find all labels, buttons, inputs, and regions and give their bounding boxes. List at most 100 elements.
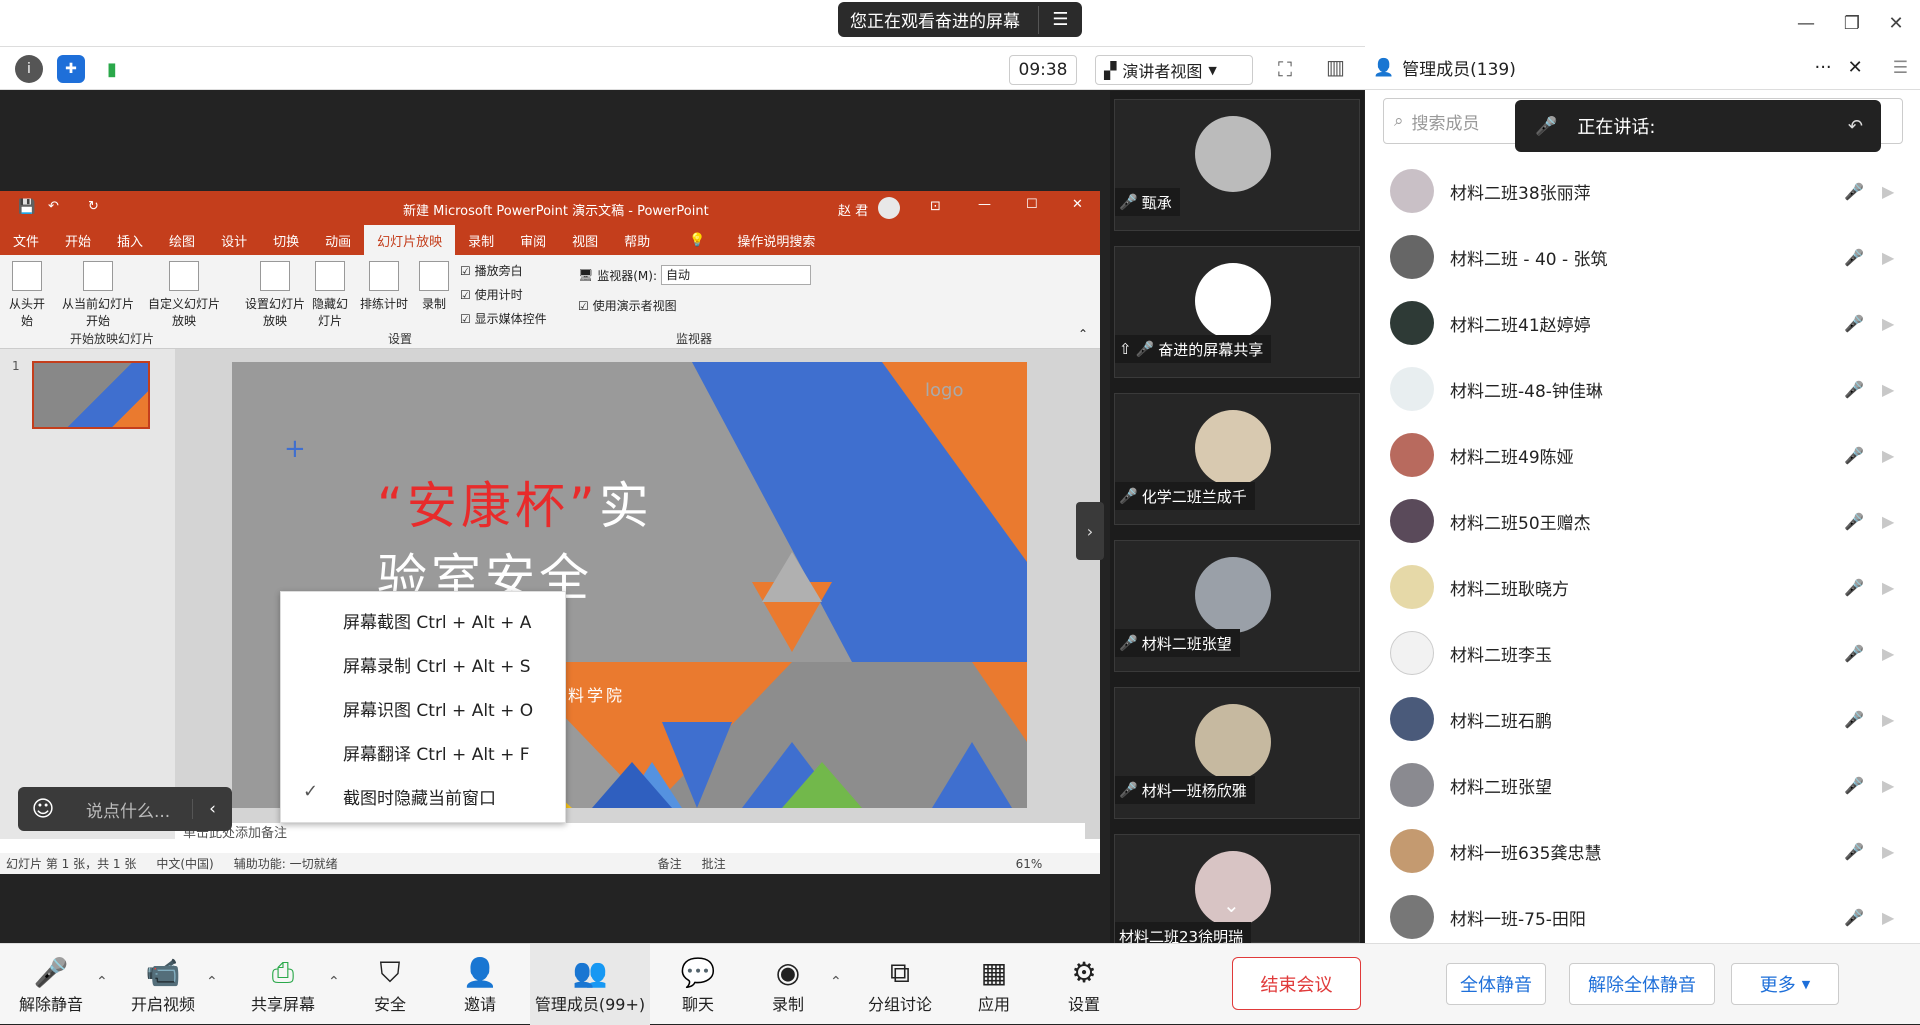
- invite-button[interactable]: 👤 邀请: [458, 944, 502, 1025]
- list-item[interactable]: 材料二班-48-钟佳琳 🎤 ▶: [1365, 356, 1920, 422]
- back-arrow-icon[interactable]: ↶: [1848, 116, 1863, 137]
- cb-narration[interactable]: ☑ 播放旁白: [460, 259, 547, 283]
- list-item[interactable]: 材料二班耿晓方 🎤 ▶: [1365, 554, 1920, 620]
- mic-off-icon[interactable]: 🎤: [1844, 446, 1882, 465]
- accessibility-status[interactable]: 辅助功能: 一切就绪: [234, 855, 338, 872]
- tab-draw[interactable]: 绘图: [156, 225, 208, 255]
- mic-off-icon[interactable]: 🎤: [1844, 908, 1882, 927]
- avatar[interactable]: [878, 197, 900, 219]
- unmute-all-button[interactable]: 解除全体静音: [1569, 963, 1715, 1005]
- mic-off-icon[interactable]: 🎤: [1844, 182, 1882, 201]
- camera-off-icon[interactable]: ▶: [1882, 710, 1920, 729]
- menu-icon[interactable]: ☰: [1039, 9, 1082, 30]
- custom-show-button[interactable]: 自定义幻灯片放映: [146, 261, 222, 329]
- security-button[interactable]: ⛉ 安全: [368, 944, 412, 1025]
- tab-file[interactable]: 文件: [0, 225, 52, 255]
- tab-help[interactable]: 帮助: [611, 225, 663, 255]
- camera-off-icon[interactable]: ▶: [1882, 512, 1920, 531]
- list-item[interactable]: 材料一班-75-田阳 🎤 ▶: [1365, 884, 1920, 943]
- undo-icon[interactable]: ↶: [48, 199, 59, 214]
- mic-off-icon[interactable]: 🎤: [1844, 842, 1882, 861]
- tab-view[interactable]: 视图: [559, 225, 611, 255]
- mic-off-icon[interactable]: 🎤: [1844, 512, 1882, 531]
- camera-off-icon[interactable]: ▶: [1882, 908, 1920, 927]
- mic-off-icon[interactable]: 🎤: [1844, 644, 1882, 663]
- cb-presenter[interactable]: ☑ 使用演示者视图: [578, 297, 677, 314]
- list-item[interactable]: 材料二班李玉 🎤 ▶: [1365, 620, 1920, 686]
- tab-slideshow[interactable]: 幻灯片放映: [364, 225, 456, 255]
- list-item[interactable]: 材料二班38张丽萍 🎤 ▶: [1365, 158, 1920, 224]
- camera-off-icon[interactable]: ▶: [1882, 446, 1920, 465]
- sidebar-toggle-icon[interactable]: ▥: [1326, 55, 1345, 79]
- comments-toggle[interactable]: 批注: [702, 855, 726, 872]
- unmute-button[interactable]: 🎤 解除静音: [14, 944, 88, 1025]
- video-tile[interactable]: 🎤 甄承: [1114, 99, 1360, 231]
- chevron-left-icon[interactable]: ‹: [192, 799, 232, 819]
- menu-item-screen-record[interactable]: 屏幕录制 Ctrl + Alt + S: [343, 649, 531, 679]
- redo-icon[interactable]: ↻: [88, 199, 99, 214]
- mic-off-icon[interactable]: 🎤: [1844, 314, 1882, 333]
- chevron-down-icon[interactable]: ⌄: [1223, 893, 1240, 917]
- list-item[interactable]: 材料一班635龚忠慧 🎤 ▶: [1365, 818, 1920, 884]
- zoom-level[interactable]: 61%: [1016, 857, 1043, 871]
- camera-off-icon[interactable]: ▶: [1882, 578, 1920, 597]
- list-item[interactable]: 材料二班张望 🎤 ▶: [1365, 752, 1920, 818]
- mic-off-icon[interactable]: 🎤: [1844, 248, 1882, 267]
- tab-transitions[interactable]: 切换: [260, 225, 312, 255]
- list-item[interactable]: 材料二班石鹏 🎤 ▶: [1365, 686, 1920, 752]
- cb-timing[interactable]: ☑ 使用计时: [460, 283, 547, 307]
- tab-record[interactable]: 录制: [455, 225, 507, 255]
- ppt-minimize-button[interactable]: —: [978, 197, 991, 212]
- list-item[interactable]: 材料二班49陈娅 🎤 ▶: [1365, 422, 1920, 488]
- tab-design[interactable]: 设计: [208, 225, 260, 255]
- presenter-view-dropdown[interactable]: ▞ 演讲者视图 ▼: [1095, 55, 1253, 85]
- video-tile[interactable]: ⇧ 🎤 奋进的屏幕共享: [1114, 246, 1360, 378]
- camera-off-icon[interactable]: ▶: [1882, 248, 1920, 267]
- close-button[interactable]: ✕: [1876, 6, 1916, 40]
- tell-me-search[interactable]: 💡 操作说明搜索: [663, 225, 841, 255]
- info-icon[interactable]: i: [15, 55, 43, 83]
- menu-item-screenshot[interactable]: 屏幕截图 Ctrl + Alt + A: [343, 605, 531, 635]
- minimize-button[interactable]: —: [1786, 6, 1826, 40]
- setup-show-button[interactable]: 设置幻灯片放映: [242, 261, 308, 329]
- collapse-videos-button[interactable]: ›: [1076, 502, 1104, 560]
- close-panel-icon[interactable]: ✕: [1848, 57, 1863, 78]
- slide-thumbnail[interactable]: [32, 361, 150, 429]
- menu-icon[interactable]: ☰: [1893, 58, 1908, 78]
- monitor-select[interactable]: 自动: [661, 265, 811, 285]
- camera-off-icon[interactable]: ▶: [1882, 182, 1920, 201]
- video-tile[interactable]: 🎤 材料一班杨欣雅: [1114, 687, 1360, 819]
- menu-item-screen-ocr[interactable]: 屏幕识图 Ctrl + Alt + O: [343, 693, 533, 723]
- mute-all-button[interactable]: 全体静音: [1446, 963, 1546, 1005]
- from-current-button[interactable]: 从当前幻灯片开始: [58, 261, 138, 329]
- chat-button[interactable]: 💬 聊天: [676, 944, 720, 1025]
- screen-share-banner[interactable]: 您正在观看奋进的屏幕 ☰: [838, 2, 1082, 37]
- share-screen-button[interactable]: ⎙ 共享屏幕: [246, 944, 320, 1025]
- shield-icon[interactable]: ✚: [57, 55, 85, 83]
- chat-quick-input[interactable]: ☺ 说点什么... ‹: [18, 787, 232, 831]
- ribbon-display-icon[interactable]: ⊡: [930, 199, 941, 214]
- restore-button[interactable]: ❐: [1832, 6, 1872, 40]
- camera-off-icon[interactable]: ▶: [1882, 842, 1920, 861]
- tab-animations[interactable]: 动画: [312, 225, 364, 255]
- chevron-up-icon[interactable]: ⌃: [206, 974, 218, 990]
- video-tile[interactable]: 🎤 材料二班张望: [1114, 540, 1360, 672]
- camera-off-icon[interactable]: ▶: [1882, 314, 1920, 333]
- settings-button[interactable]: ⚙ 设置: [1062, 944, 1106, 1025]
- notes-pane[interactable]: 单击此处添加备注: [175, 823, 1085, 845]
- tab-review[interactable]: 审阅: [507, 225, 559, 255]
- camera-off-icon[interactable]: ▶: [1882, 644, 1920, 663]
- more-options-icon[interactable]: ···: [1814, 57, 1831, 78]
- record-button[interactable]: ◉ 录制: [766, 944, 810, 1025]
- ppt-close-button[interactable]: ✕: [1072, 197, 1083, 212]
- notes-toggle[interactable]: 备注: [658, 855, 682, 872]
- hide-slide-button[interactable]: 隐藏幻灯片: [312, 261, 348, 329]
- collapse-ribbon-icon[interactable]: ⌃: [1078, 327, 1088, 341]
- save-icon[interactable]: 💾: [18, 199, 35, 215]
- signal-icon[interactable]: ▮: [98, 55, 126, 83]
- ppt-maximize-button[interactable]: ☐: [1026, 197, 1038, 212]
- emoji-icon[interactable]: ☺: [18, 797, 68, 822]
- cb-media[interactable]: ☑ 显示媒体控件: [460, 307, 547, 331]
- video-tile[interactable]: 🎤 化学二班兰成千: [1114, 393, 1360, 525]
- camera-off-icon[interactable]: ▶: [1882, 380, 1920, 399]
